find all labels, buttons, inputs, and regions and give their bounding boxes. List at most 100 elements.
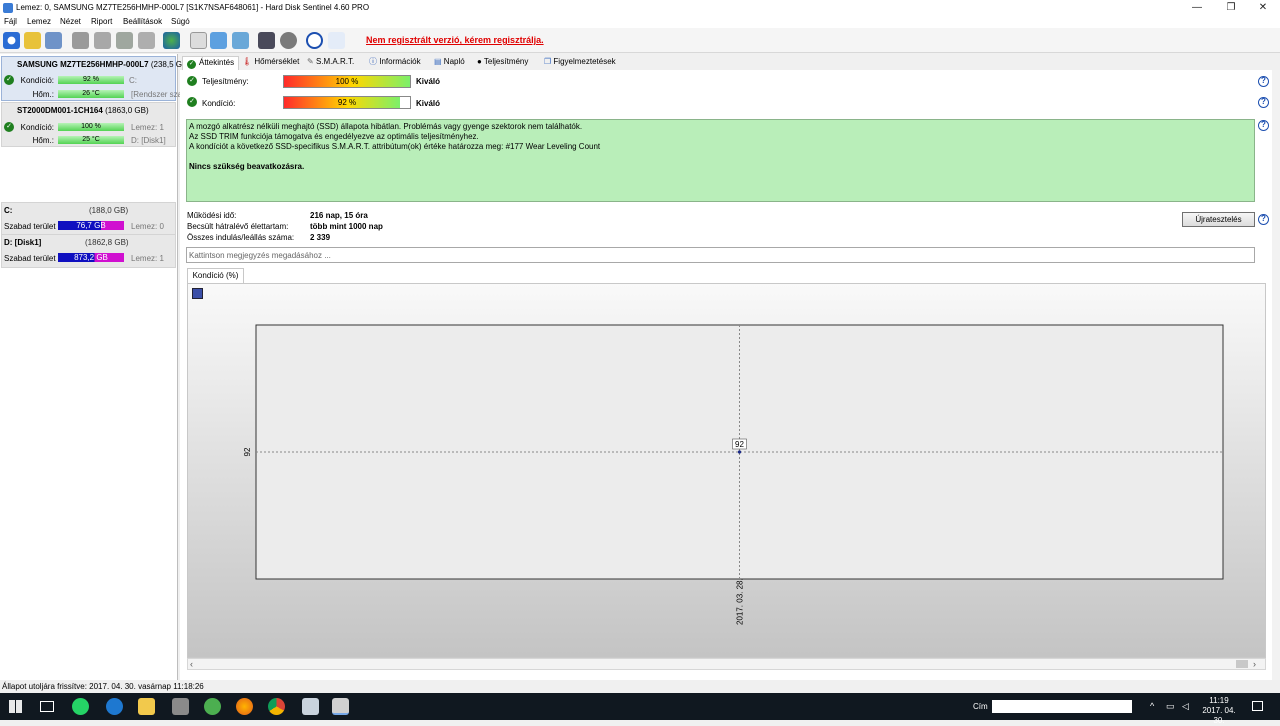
tab-alerts[interactable]: ❐ Figyelmeztetések [544,56,616,70]
test-icon[interactable] [210,32,227,49]
app-icon[interactable] [302,698,319,715]
globe-icon[interactable] [163,32,180,49]
help-icon[interactable]: ? [1258,214,1269,225]
status-message-box: A mozgó alkatrész nélküli meghajtó (SSD)… [186,119,1255,202]
utorrent-icon[interactable] [204,698,221,715]
maximize-button[interactable]: ❐ [1214,0,1248,16]
free-space-label: Szabad terület [4,254,56,263]
ok-icon: ✓ [187,76,197,86]
close-button[interactable]: ✕ [1246,0,1280,16]
address-label: Cím [973,702,988,711]
mail-icon[interactable] [45,32,62,49]
whatsapp-icon[interactable] [72,698,89,715]
performance-icon: ● [477,57,482,66]
status-line: A kondíciót a következő SSD-specifikus S… [189,142,601,151]
clock-date: 2017. 04. 30. [1202,706,1236,725]
edge-icon[interactable] [106,698,123,715]
volume-item[interactable]: D: [Disk1] (1862,8 GB) Szabad terület 87… [1,234,176,268]
network-icon[interactable]: ▭ [1166,701,1175,712]
menu-settings[interactable]: Beállítások [123,17,162,26]
log-icon: ▤ [434,57,442,66]
vertical-scrollbar[interactable] [1272,70,1280,680]
lifetime-value: több mint 1000 nap [310,222,383,231]
disk-info: D: [Disk1] [131,136,166,145]
menu-report[interactable]: Riport [91,17,112,26]
help-icon[interactable]: ? [1258,120,1269,131]
recommendation: Nincs szükség beavatkozásra. [189,162,305,171]
retest-button[interactable]: Újratesztelés [1182,212,1255,227]
disk-list-panel: SAMSUNG MZ7TE256HMHP-000L7 (238,5 G ✓ Ko… [0,54,182,680]
performance-label: Teljesítmény: [202,77,249,86]
disk-item[interactable]: SAMSUNG MZ7TE256HMHP-000L7 (238,5 G ✓ Ko… [1,56,182,101]
show-hidden-icon[interactable]: ^ [1150,701,1154,711]
network-icon[interactable] [232,32,249,49]
uptime-value: 216 nap, 15 óra [310,211,368,220]
starts-label: Összes indulás/leállás száma: [187,233,295,242]
uptime-label: Működési idő: [187,211,237,220]
disk-tool-2-icon[interactable] [94,32,111,49]
tab-overview[interactable]: ✓ Áttekintés [182,56,240,70]
pen-icon[interactable] [172,698,189,715]
clock[interactable]: 11:19 2017. 04. 30. [1197,696,1241,726]
tab-performance[interactable]: ● Teljesítmény [477,56,528,70]
volume-size: (1862,8 GB) [85,238,129,247]
refresh-icon[interactable] [3,32,20,49]
ok-icon: ✓ [187,97,197,107]
info-icon: ⓘ [369,57,377,66]
notifications-icon[interactable] [1252,701,1263,711]
disk-drive-letter: C: [129,76,137,85]
menu-disk[interactable]: Lemez [27,17,51,26]
menu-view[interactable]: Nézet [60,17,81,26]
horizontal-scrollbar[interactable]: ‹ › [187,658,1266,670]
task-view-icon[interactable] [40,701,54,712]
disk-info: [Rendszer sza [131,90,183,99]
disk-name: ST2000DM001-1CH164 (1863,0 GB) [17,106,149,115]
volume-size: (188,0 GB) [89,206,129,215]
config-icon[interactable] [280,32,297,49]
help-icon[interactable]: ? [1258,97,1269,108]
condition-label: Kondíció: [20,76,54,85]
alert-icon[interactable] [24,32,41,49]
disk-tool-4-icon[interactable] [138,32,155,49]
tab-log[interactable]: ▤ Napló [434,56,465,70]
volume-item[interactable]: C: (188,0 GB) Szabad terület 76,7 GB Lem… [1,202,176,236]
title-bar: Lemez: 0, SAMSUNG MZ7TE256HMHP-000L7 [S1… [0,0,1280,16]
tab-smart[interactable]: ✎ S.M.A.R.T. [307,56,354,70]
unregistered-link[interactable]: Nem regisztrált verzió, kérem regisztrál… [366,35,544,45]
scroll-left-icon[interactable]: ‹ [190,659,193,669]
hard-disk-sentinel-icon[interactable] [332,698,349,715]
report-icon[interactable] [190,32,207,49]
help-icon[interactable]: ? [1258,76,1269,87]
info-icon[interactable] [328,32,345,49]
menu-file[interactable]: Fájl [4,17,17,26]
tab-condition-chart[interactable]: Kondíció (%) [187,268,244,283]
monitor-icon[interactable] [258,32,275,49]
scroll-right-icon[interactable]: › [1253,659,1256,669]
clock-time: 11:19 [1209,696,1229,705]
firefox-icon[interactable] [236,698,253,715]
menu-help[interactable]: Súgó [171,17,190,26]
data-label: 92 [732,438,747,450]
data-label-text: 92 [735,440,744,449]
tab-information[interactable]: ⓘ Információk [369,56,421,70]
address-input[interactable] [992,700,1132,713]
disk-tool-icon[interactable] [72,32,89,49]
volume-icon[interactable]: ◁ [1182,701,1189,712]
temperature-label: Hőm.: [32,136,54,145]
start-icon[interactable] [9,700,22,713]
disk-item[interactable]: ST2000DM001-1CH164 (1863,0 GB) ✓ Kondíci… [1,102,176,147]
volume-disk: Lemez: 0 [131,222,164,231]
performance-bar: 100 % [283,75,411,88]
note-input[interactable]: Kattintson megjegyzés megadásához ... [186,247,1255,263]
window-title: Lemez: 0, SAMSUNG MZ7TE256HMHP-000L7 [S1… [16,3,370,12]
temperature-label: Hőm.: [32,90,54,99]
tab-temperature[interactable]: 🌡 Hőmérséklet [242,56,299,70]
chrome-icon[interactable] [268,698,285,715]
minimize-button[interactable]: — [1180,0,1214,16]
disk-tool-3-icon[interactable] [116,32,133,49]
menu-bar: Fájl Lemez Nézet Riport Beállítások Súgó [0,16,1280,28]
file-explorer-icon[interactable] [138,698,155,715]
scroll-thumb[interactable] [1236,660,1248,668]
help-icon[interactable] [306,32,323,49]
free-space-bar: 76,7 GB [58,221,124,230]
